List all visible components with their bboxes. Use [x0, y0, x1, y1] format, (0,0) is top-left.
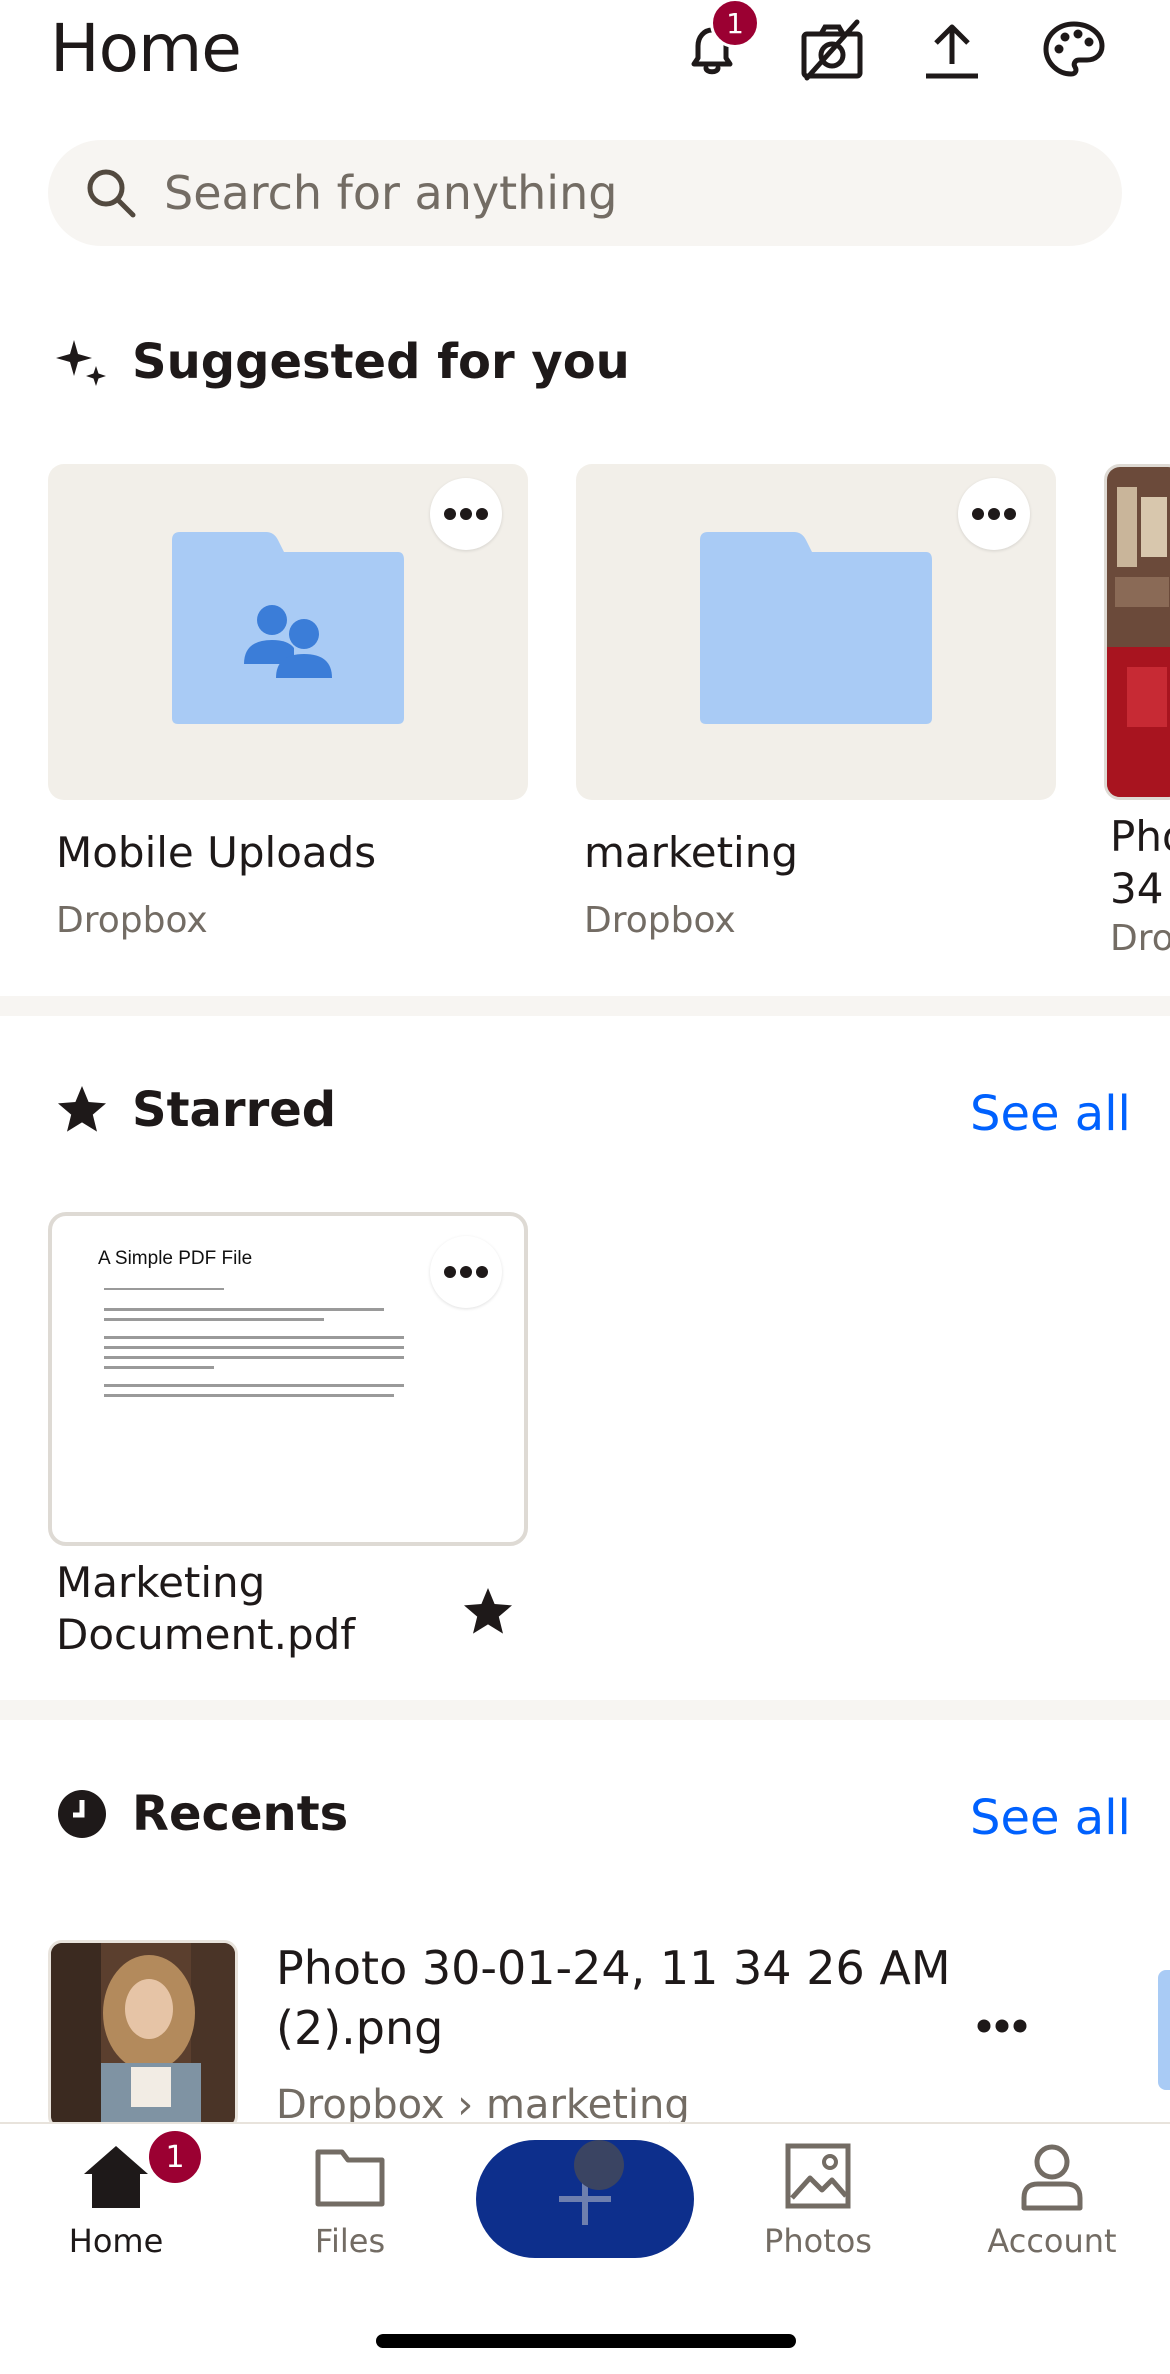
- card-name-line2: 34: [1110, 864, 1164, 913]
- camera-uploads-off-button[interactable]: [796, 14, 868, 86]
- photo-thumbnail: [51, 1943, 235, 2127]
- recents-see-all-link[interactable]: See all: [970, 1790, 1131, 1846]
- card-location: Dropbox: [56, 900, 208, 941]
- suggested-section-header: Suggested for you: [54, 334, 630, 390]
- tab-account[interactable]: Account: [952, 2140, 1152, 2260]
- folder-icon: [315, 2149, 385, 2207]
- suggested-title: Suggested for you: [132, 334, 630, 390]
- page-title: Home: [50, 10, 242, 87]
- more-options-button[interactable]: [430, 1236, 502, 1308]
- more-horizontal-icon: [444, 1266, 488, 1278]
- search-bar[interactable]: [48, 140, 1122, 246]
- pdf-text-line: [104, 1384, 404, 1387]
- sparkle-icon: [54, 334, 110, 390]
- more-horizontal-icon: [972, 508, 1016, 520]
- home-icon: [84, 2146, 148, 2208]
- starred-file-name-line2: Document.pdf: [56, 1610, 356, 1659]
- folder-icon: [700, 532, 932, 724]
- clock-icon: [54, 1786, 110, 1842]
- suggested-card-marketing[interactable]: [576, 464, 1056, 800]
- more-options-button[interactable]: [430, 478, 502, 550]
- card-location: Dro: [1110, 918, 1170, 959]
- starred-see-all-link[interactable]: See all: [970, 1086, 1131, 1142]
- recent-item-thumbnail[interactable]: [48, 1940, 238, 2130]
- shared-folder-icon: [172, 532, 404, 724]
- more-options-button[interactable]: [958, 478, 1030, 550]
- recent-item-name[interactable]: Photo 30-01-24, 11 34 26 AM (2).png: [276, 1938, 976, 2058]
- recents-section-header: Recents: [54, 1786, 348, 1842]
- starred-card-pdf[interactable]: A Simple PDF File: [48, 1212, 528, 1546]
- pdf-text-line: [104, 1288, 224, 1290]
- touch-indicator: [574, 2140, 624, 2190]
- starred-title: Starred: [132, 1082, 337, 1138]
- pdf-text-line: [104, 1346, 404, 1349]
- tab-home-label: Home: [68, 2222, 164, 2260]
- starred-section-header: Starred: [54, 1082, 336, 1138]
- home-indicator: [376, 2334, 796, 2348]
- card-location: Dropbox: [584, 900, 736, 941]
- pdf-preview-title: A Simple PDF File: [98, 1248, 253, 1269]
- card-name: Mobile Uploads: [56, 828, 377, 877]
- search-input[interactable]: [164, 166, 1064, 220]
- more-horizontal-icon: [977, 2019, 1027, 2033]
- pdf-text-line: [104, 1394, 394, 1397]
- tab-photos[interactable]: Photos: [718, 2140, 918, 2260]
- pdf-text-line: [104, 1356, 404, 1359]
- home-notification-badge: 1: [146, 2128, 204, 2186]
- recent-more-button[interactable]: [976, 2018, 1028, 2038]
- section-divider: [0, 1700, 1170, 1720]
- photo-icon: [785, 2143, 851, 2209]
- upload-button[interactable]: [916, 14, 988, 86]
- pdf-text-line: [104, 1318, 324, 1321]
- theme-button[interactable]: [1038, 14, 1110, 86]
- palette-icon: [1043, 21, 1105, 77]
- starred-file-name: Marketing: [56, 1558, 266, 1607]
- search-icon: [87, 169, 136, 218]
- tab-files-label: Files: [314, 2222, 386, 2260]
- star-icon: [464, 1588, 512, 1634]
- person-icon: [1021, 2144, 1083, 2211]
- section-divider: [0, 996, 1170, 1016]
- scroll-peek-card: [1158, 1970, 1170, 2090]
- unstar-button[interactable]: [460, 1584, 516, 1644]
- camera-off-icon: [801, 19, 863, 81]
- tab-photos-label: Photos: [764, 2222, 872, 2260]
- photo-thumbnail: [1107, 467, 1170, 797]
- suggested-card-photo[interactable]: [1104, 464, 1170, 800]
- card-name: marketing: [584, 828, 798, 877]
- recents-title: Recents: [132, 1786, 349, 1842]
- notification-badge: 1: [710, 0, 760, 48]
- tab-files[interactable]: Files: [250, 2140, 450, 2260]
- more-horizontal-icon: [444, 508, 488, 520]
- card-name: Pho: [1110, 812, 1170, 861]
- pdf-text-line: [104, 1308, 384, 1311]
- pdf-text-line: [104, 1336, 404, 1339]
- star-icon: [54, 1082, 110, 1138]
- suggested-card-mobile-uploads[interactable]: [48, 464, 528, 800]
- tab-account-label: Account: [987, 2222, 1117, 2260]
- upload-icon: [926, 24, 978, 79]
- pdf-text-line: [104, 1366, 214, 1369]
